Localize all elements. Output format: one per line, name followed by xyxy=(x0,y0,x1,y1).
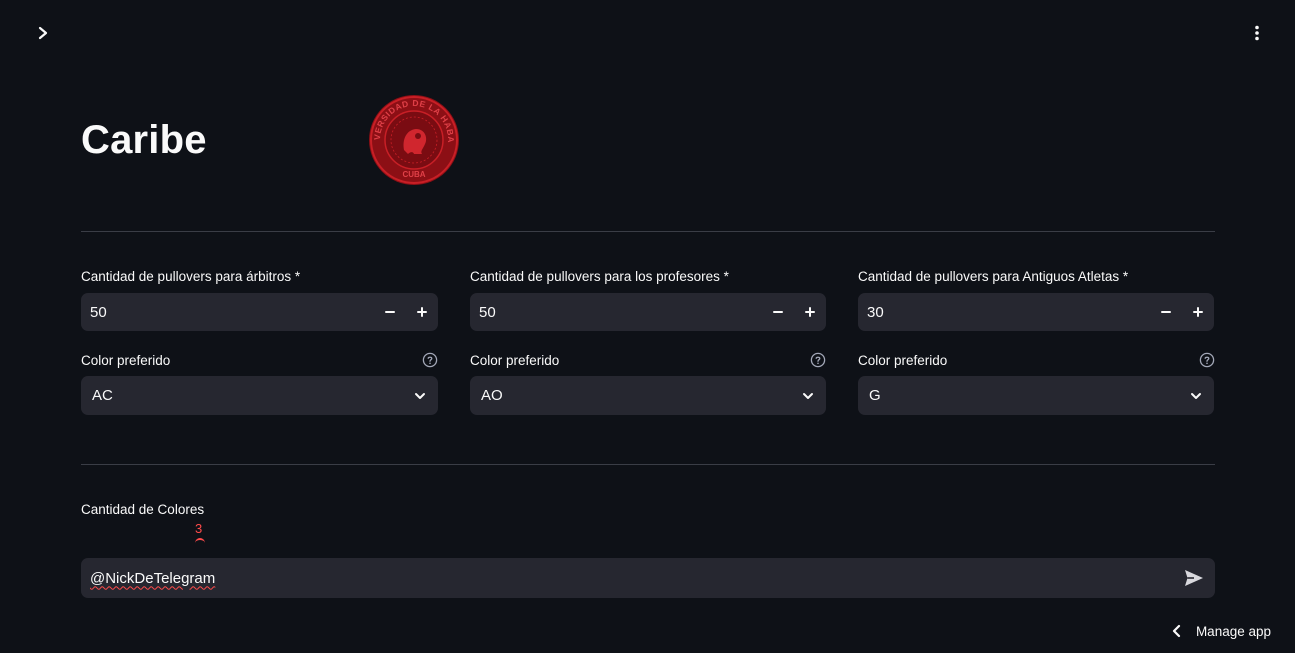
university-seal-logo: UNIVERSIDAD DE LA HABANA CUBA xyxy=(365,86,460,186)
manage-app-label: Manage app xyxy=(1195,623,1271,639)
increment-button[interactable] xyxy=(1182,293,1214,331)
chevron-down-icon xyxy=(803,392,813,399)
send-button[interactable] xyxy=(1183,567,1205,589)
qty-label-antiguos-atletas: Cantidad de pullovers para Antiguos Atle… xyxy=(858,269,1129,284)
kebab-menu-icon xyxy=(1255,25,1259,41)
slider-label: Cantidad de Colores xyxy=(81,502,205,517)
main-menu-button[interactable] xyxy=(1245,21,1269,45)
send-icon xyxy=(1185,570,1203,586)
color-value-arbitros: AC xyxy=(92,387,113,404)
divider-top xyxy=(81,231,1215,232)
qty-label-profesores: Cantidad de pullovers para los profesore… xyxy=(470,269,729,284)
color-value-antiguos-atletas: G xyxy=(869,387,881,404)
page-title: Caribe xyxy=(81,118,207,162)
color-value-profesores: AO xyxy=(481,387,503,404)
decrement-button[interactable] xyxy=(374,293,406,331)
chevron-down-icon xyxy=(1191,392,1201,399)
qty-label-arbitros: Cantidad de pullovers para árbitros * xyxy=(81,269,301,284)
divider-middle xyxy=(81,464,1215,465)
color-label-arbitros: Color preferido xyxy=(81,353,171,368)
slider-value: 3 xyxy=(195,521,203,536)
plus-icon xyxy=(805,307,815,317)
decrement-button[interactable] xyxy=(762,293,794,331)
help-icon[interactable] xyxy=(422,352,438,368)
chat-input-value: @NickDeTelegram xyxy=(90,569,216,587)
color-label-antiguos-atletas: Color preferido xyxy=(858,353,948,368)
qty-value-profesores[interactable]: 50 xyxy=(479,304,762,321)
minus-icon xyxy=(385,311,395,313)
chevron-left-icon xyxy=(1172,624,1181,638)
increment-button[interactable] xyxy=(794,293,826,331)
qty-input-profesores[interactable]: 50 xyxy=(470,293,826,331)
manage-app-button[interactable]: Manage app xyxy=(1172,620,1271,642)
qty-value-antiguos-atletas[interactable]: 30 xyxy=(867,304,1150,321)
chat-input[interactable]: @NickDeTelegram xyxy=(81,558,1215,598)
minus-icon xyxy=(773,311,783,313)
help-icon[interactable] xyxy=(1199,352,1215,368)
chevron-right-icon xyxy=(38,26,48,40)
qty-value-arbitros[interactable]: 50 xyxy=(90,304,374,321)
chevron-down-icon xyxy=(415,392,425,399)
qty-input-arbitros[interactable]: 50 xyxy=(81,293,438,331)
increment-button[interactable] xyxy=(406,293,438,331)
decrement-button[interactable] xyxy=(1150,293,1182,331)
plus-icon xyxy=(417,307,427,317)
qty-input-antiguos-atletas[interactable]: 30 xyxy=(858,293,1214,331)
color-select-profesores[interactable]: AO xyxy=(470,376,826,415)
seal-bottom-text: CUBA xyxy=(402,170,425,179)
slider-thumb[interactable] xyxy=(195,538,205,543)
minus-icon xyxy=(1161,311,1171,313)
color-select-arbitros[interactable]: AC xyxy=(81,376,438,415)
color-select-antiguos-atletas[interactable]: G xyxy=(858,376,1214,415)
help-icon[interactable] xyxy=(810,352,826,368)
plus-icon xyxy=(1193,307,1203,317)
color-label-profesores: Color preferido xyxy=(470,353,560,368)
sidebar-toggle-button[interactable] xyxy=(31,21,55,45)
